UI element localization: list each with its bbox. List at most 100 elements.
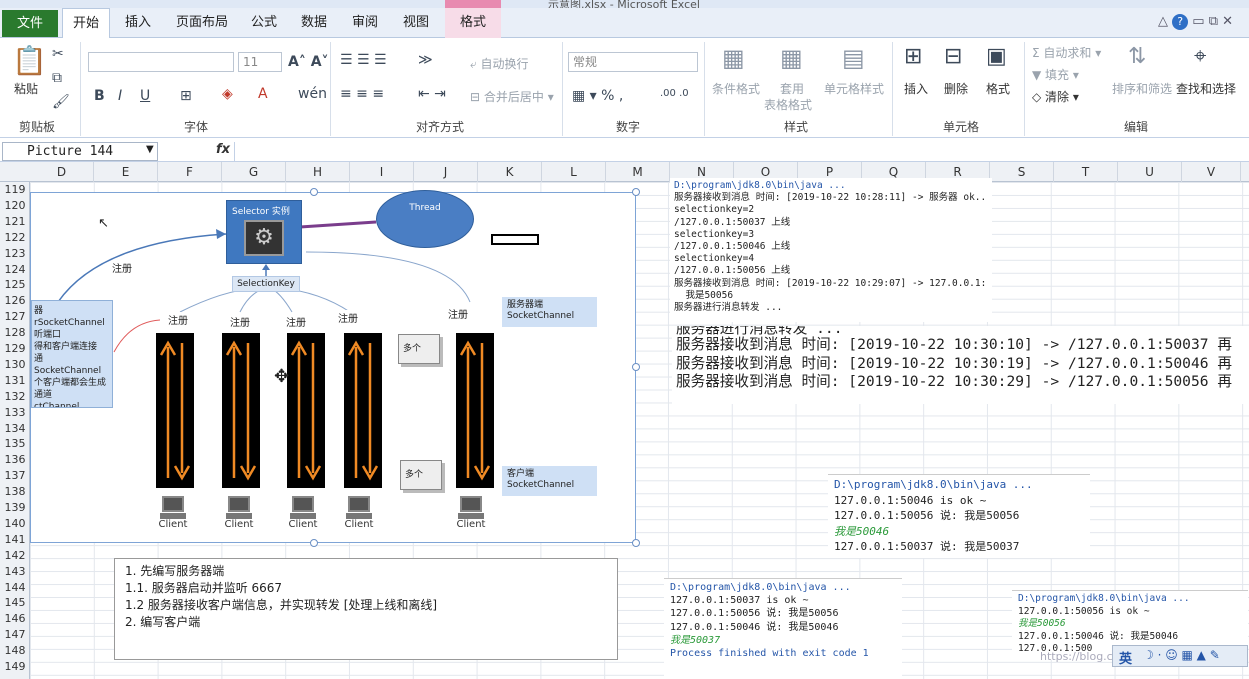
format-cells-icon[interactable]: ▣	[986, 44, 1007, 69]
row-header[interactable]: 145	[0, 596, 30, 609]
align-left-icon[interactable]: ≡ ≡ ≡	[340, 86, 384, 102]
formula-input[interactable]	[234, 142, 1244, 161]
find-select-button[interactable]: 查找和选择	[1176, 80, 1236, 97]
sort-filter-button[interactable]: 排序和筛选	[1112, 80, 1172, 97]
chevron-down-icon[interactable]: ▼	[146, 144, 154, 155]
row-header[interactable]: 127	[0, 310, 30, 323]
row-header[interactable]: 131	[0, 374, 30, 387]
row-header[interactable]: 144	[0, 581, 30, 594]
help-icon[interactable]: ?	[1172, 14, 1189, 30]
column-header[interactable]: V	[1182, 162, 1241, 182]
align-top-icon[interactable]: ☰ ☰ ☰	[340, 52, 387, 68]
border-icon[interactable]: ⊞	[180, 88, 192, 104]
column-header[interactable]: T	[1054, 162, 1118, 182]
row-header[interactable]: 147	[0, 628, 30, 641]
cut-icon[interactable]: ✂	[52, 46, 64, 62]
fill-color-icon[interactable]: ◈	[222, 86, 233, 102]
column-header[interactable]: U	[1118, 162, 1182, 182]
column-header[interactable]: G	[222, 162, 286, 182]
clear-button[interactable]: ◇ 清除 ▾	[1032, 88, 1079, 105]
cell-style-button[interactable]: 单元格样式	[824, 80, 884, 97]
autosum-button[interactable]: Σ 自动求和 ▾	[1032, 44, 1101, 61]
row-header[interactable]: 121	[0, 215, 30, 228]
insert-cells-button[interactable]: 插入	[904, 80, 928, 97]
format-painter-icon[interactable]: 🖌	[52, 94, 70, 110]
merge-center-button[interactable]: ⊟ 合并后居中 ▾	[470, 88, 554, 105]
row-header[interactable]: 130	[0, 358, 30, 371]
tab-data[interactable]: 数据	[294, 8, 334, 38]
number-format-dropdown[interactable]: 常规	[568, 52, 698, 72]
row-header[interactable]: 136	[0, 453, 30, 466]
column-header[interactable]: K	[478, 162, 542, 182]
column-header[interactable]: H	[286, 162, 350, 182]
row-header[interactable]: 124	[0, 263, 30, 276]
decimal-icon[interactable]: .00 .0	[660, 88, 689, 99]
row-header[interactable]: 123	[0, 247, 30, 260]
row-header[interactable]: 143	[0, 565, 30, 578]
row-header[interactable]: 134	[0, 422, 30, 435]
underline-icon[interactable]: U	[140, 88, 150, 104]
column-header[interactable]: J	[414, 162, 478, 182]
column-header[interactable]: E	[94, 162, 158, 182]
row-header[interactable]: 146	[0, 612, 30, 625]
row-header[interactable]: 132	[0, 390, 30, 403]
column-header[interactable]: M	[606, 162, 670, 182]
sort-filter-icon[interactable]: ⇅	[1128, 44, 1146, 69]
row-header[interactable]: 135	[0, 437, 30, 450]
paste-icon[interactable]: 📋	[12, 44, 47, 77]
insert-cells-icon[interactable]: ⊞	[904, 44, 922, 69]
row-header[interactable]: 141	[0, 533, 30, 546]
table-format-icon[interactable]: ▦	[780, 44, 803, 72]
column-header[interactable]: S	[990, 162, 1054, 182]
format-cells-button[interactable]: 格式	[986, 80, 1010, 97]
conditional-format-icon[interactable]: ▦	[722, 44, 745, 72]
row-header[interactable]: 126	[0, 294, 30, 307]
tab-home[interactable]: 开始	[62, 8, 110, 39]
font-name-dropdown[interactable]	[88, 52, 234, 72]
table-format-button[interactable]: 套用	[780, 80, 804, 97]
paste-button[interactable]: 粘贴	[14, 80, 38, 97]
column-header[interactable]: F	[158, 162, 222, 182]
column-header[interactable]: D	[30, 162, 94, 182]
tab-insert[interactable]: 插入	[118, 8, 158, 38]
row-header[interactable]: 133	[0, 406, 30, 419]
row-header[interactable]: 137	[0, 469, 30, 482]
indent-icon[interactable]: ⇤ ⇥	[418, 86, 446, 102]
column-header[interactable]: L	[542, 162, 606, 182]
row-header[interactable]: 122	[0, 231, 30, 244]
notes-textbox[interactable]: 1. 先编写服务器端 1.1. 服务器启动并监听 6667 1.2 服务器接收客…	[114, 558, 618, 660]
row-header[interactable]: 138	[0, 485, 30, 498]
tab-file[interactable]: 文件	[2, 10, 58, 37]
ime-toolbar[interactable]: 英 ☽ · ☺ ▦ ▲ ✎	[1112, 645, 1248, 667]
wrap-text-button[interactable]: ⤶ 自动换行	[470, 55, 529, 72]
phonetic-icon[interactable]: wén	[298, 86, 327, 102]
row-header[interactable]: 119	[0, 183, 30, 196]
accounting-icon[interactable]: ▦ ▾ % ,	[572, 88, 623, 104]
conditional-format-button[interactable]: 条件格式	[712, 80, 760, 97]
row-header[interactable]: 128	[0, 326, 30, 339]
row-header[interactable]: 120	[0, 199, 30, 212]
tab-review[interactable]: 审阅	[345, 8, 385, 38]
tab-format[interactable]: 格式	[445, 8, 501, 38]
cell-style-icon[interactable]: ▤	[842, 44, 865, 72]
copy-icon[interactable]: ⧉	[52, 70, 62, 86]
row-header[interactable]: 149	[0, 660, 30, 673]
ime-language[interactable]: 英	[1119, 648, 1132, 667]
row-header[interactable]: 139	[0, 501, 30, 514]
column-header[interactable]: I	[350, 162, 414, 182]
bold-icon[interactable]: B	[94, 88, 105, 104]
name-box[interactable]: Picture 144	[2, 142, 158, 161]
font-color-icon[interactable]: A	[258, 86, 268, 102]
row-header[interactable]: 148	[0, 644, 30, 657]
tab-view[interactable]: 视图	[396, 8, 436, 38]
grow-font-icon[interactable]: A˄ A˅	[288, 54, 329, 70]
row-header[interactable]: 142	[0, 549, 30, 562]
font-size-dropdown[interactable]: 11	[238, 52, 282, 72]
row-header[interactable]: 140	[0, 517, 30, 530]
italic-icon[interactable]: I	[118, 88, 122, 104]
tab-formulas[interactable]: 公式	[244, 8, 284, 38]
row-header[interactable]: 129	[0, 342, 30, 355]
fill-button[interactable]: ▼ 填充 ▾	[1032, 66, 1079, 83]
insert-function-icon[interactable]: fx	[216, 142, 230, 157]
orientation-icon[interactable]: ≫	[418, 52, 433, 68]
